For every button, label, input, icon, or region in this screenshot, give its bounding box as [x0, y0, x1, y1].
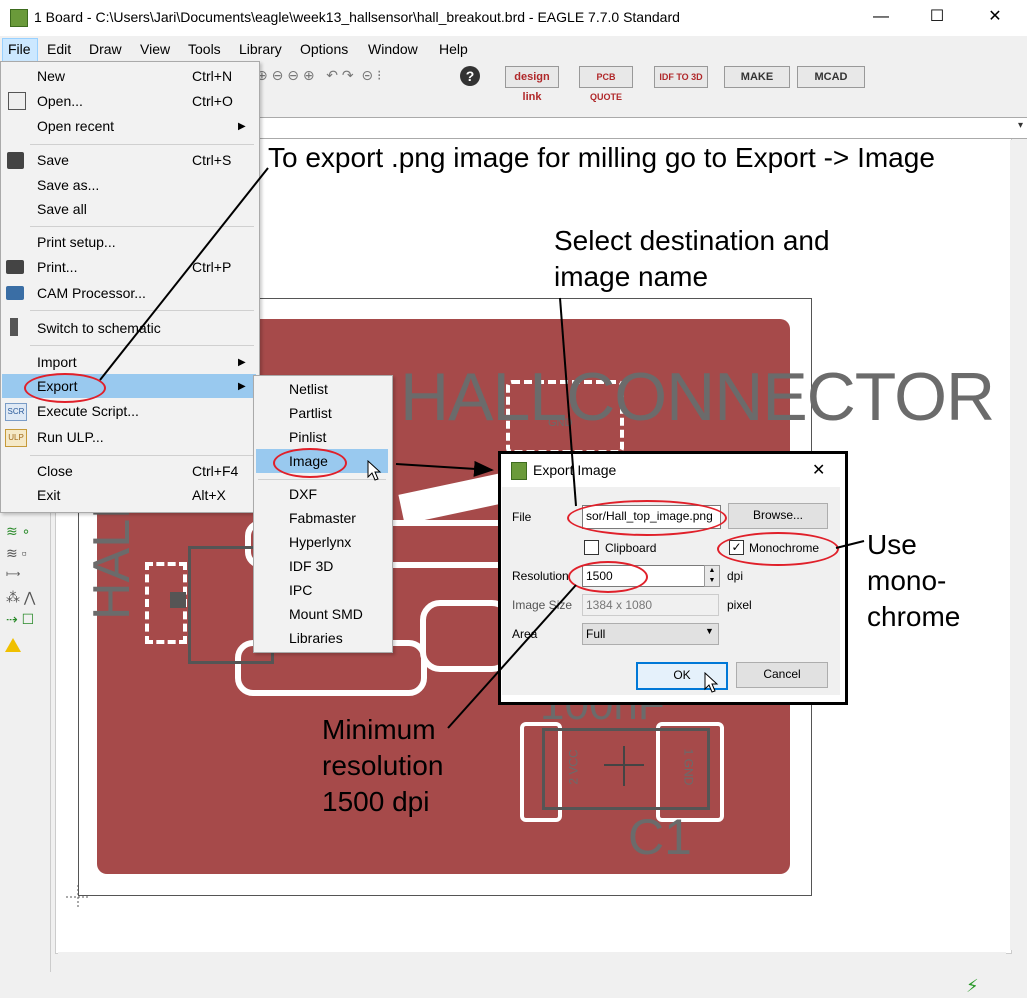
image-to-dialog-arrow: [395, 460, 494, 477]
resolution-pointer-line: [447, 584, 577, 729]
export-pointer-line: [99, 167, 269, 381]
lightning-icon: ⚡: [966, 976, 979, 996]
destination-pointer-line: [559, 297, 577, 507]
status-bar: [0, 972, 1027, 998]
annotation-lines: [66, 167, 865, 909]
mono-pointer-line: [835, 540, 865, 549]
